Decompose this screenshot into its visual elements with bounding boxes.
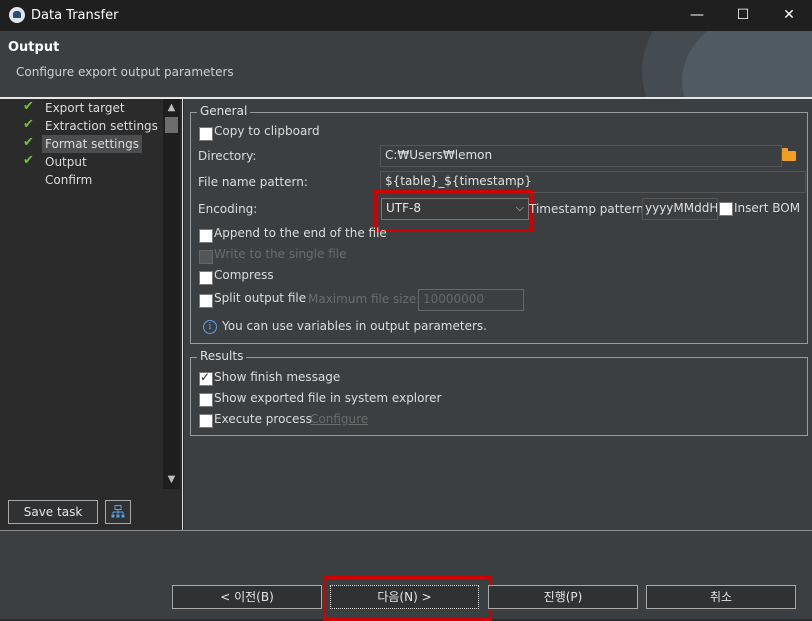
show-exported-label: Show exported file in system explorer [214,391,442,405]
encoding-label: Encoding: [198,202,258,216]
window-title: Data Transfer [31,8,119,23]
timestamp-pattern-label: Timestamp pattern: [529,202,648,216]
page-subtitle: Configure export output parameters [16,65,234,79]
steps-tree: ✔ Export target ✔ Extraction settings ✔ … [3,99,163,489]
proceed-button[interactable]: 진행(P) [488,585,638,609]
general-legend: General [197,104,251,118]
scroll-up-icon[interactable]: ▲ [163,100,180,116]
scroll-down-icon[interactable]: ▼ [163,472,180,488]
timestamp-pattern-input[interactable]: yyyyMMddH [642,198,718,220]
split-output-checkbox[interactable] [199,294,213,308]
check-icon: ✔ [23,135,34,150]
wizard-button-bar: < 이전(B) 다음(N) > 진행(P) 취소 [0,530,812,621]
check-icon: ✔ [23,153,34,168]
general-group: General Copy to clipboard Directory: C:₩… [190,104,808,344]
minimize-button[interactable]: — [674,0,720,31]
file-name-pattern-label: File name pattern: [198,175,308,189]
step-label: Format settings [42,135,142,153]
show-finish-checkbox[interactable] [199,370,213,386]
output-settings-panel: General Copy to clipboard Directory: C:₩… [184,99,812,530]
write-single-file-checkbox[interactable] [199,250,213,264]
info-message: You can use variables in output paramete… [222,319,487,333]
maximize-button[interactable]: ☐ [720,0,766,31]
step-label: Export target [45,101,125,115]
save-task-button[interactable]: Save task [8,500,98,524]
step-label: Extraction settings [45,119,158,133]
scroll-thumb[interactable] [165,117,178,133]
page-title: Output [8,40,60,55]
execute-process-label: Execute process [214,412,312,426]
check-icon: ✔ [23,117,34,132]
steps-scrollbar[interactable]: ▲ ▼ [163,99,180,489]
hierarchy-icon [111,505,125,518]
insert-bom-label: Insert BOM [734,201,801,215]
compress-checkbox[interactable] [199,271,213,285]
copy-to-clipboard-checkbox[interactable] [199,127,213,141]
task-config-button[interactable] [105,500,131,524]
wizard-steps-panel: ✔ Export target ✔ Extraction settings ✔ … [0,99,183,530]
directory-label: Directory: [198,149,257,163]
append-checkbox[interactable] [199,229,213,243]
app-icon [9,7,25,23]
cancel-button[interactable]: 취소 [646,585,796,609]
close-button[interactable]: ✕ [766,0,812,31]
show-exported-checkbox[interactable] [199,393,213,407]
results-legend: Results [197,349,247,363]
back-button[interactable]: < 이전(B) [172,585,322,609]
execute-process-checkbox[interactable] [199,414,213,428]
max-file-size-input[interactable]: 10000000 [418,289,524,311]
step-label: Confirm [45,173,93,187]
title-bar: Data Transfer — ☐ ✕ [0,0,812,31]
configure-link[interactable]: Configure [310,412,368,426]
split-output-label: Split output file [214,291,307,305]
info-icon: i [203,320,217,334]
insert-bom-checkbox[interactable] [719,202,733,216]
show-finish-label: Show finish message [214,370,341,384]
write-single-file-label: Write to the single file [214,247,347,261]
results-group: Results Show finish message Show exporte… [190,349,808,436]
next-button-highlight [323,576,492,621]
copy-to-clipboard-label: Copy to clipboard [214,124,320,138]
max-file-size-label: Maximum file size: [308,292,421,306]
compress-label: Compress [214,268,274,282]
encoding-highlight [374,190,533,232]
header-decoration-inner [682,31,812,97]
page-header: Output Configure export output parameter… [0,31,812,97]
step-label: Output [45,155,87,169]
folder-icon[interactable] [782,148,796,161]
check-icon: ✔ [23,99,34,114]
directory-input[interactable]: C:₩Users₩lemon [380,145,782,167]
append-label: Append to the end of the file [214,226,387,240]
